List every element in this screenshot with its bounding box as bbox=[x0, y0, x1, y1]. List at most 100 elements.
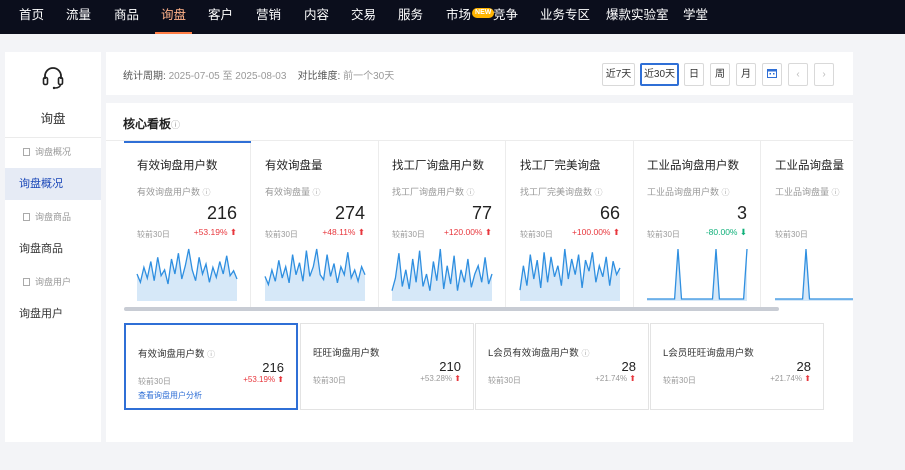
nav-market[interactable]: 市场 NEW bbox=[446, 0, 495, 34]
range-week-button[interactable]: 周 bbox=[710, 63, 730, 86]
metric-card[interactable]: L会员旺旺询盘用户数 28 较前30日 +21.74% ⬆ bbox=[650, 323, 824, 410]
range-month-button[interactable]: 月 bbox=[736, 63, 756, 86]
question-circle-icon[interactable]: ⓘ bbox=[595, 188, 603, 197]
range-30d-button[interactable]: 近30天 bbox=[640, 63, 679, 86]
next-period-button[interactable]: › bbox=[814, 63, 834, 86]
tile-title: 找工厂完美询盘 bbox=[520, 160, 601, 172]
nav-business-zone[interactable]: 业务专区 bbox=[540, 0, 590, 34]
sidebar-item-inquiry-overview-sub[interactable]: 询盘概况 bbox=[5, 136, 101, 168]
core-dashboard-panel: 核心看板ⓘ 有效询盘用户数 有效询盘用户数 ⓘ 216 较前30日 +53.19% ⬆ 有… bbox=[106, 103, 853, 442]
card-compare-label: 较前30日 bbox=[488, 376, 521, 385]
arrow-up-icon: ⬆ bbox=[629, 374, 636, 383]
tile-subtitle: 工业品询盘用户数 ⓘ bbox=[647, 185, 730, 198]
question-circle-icon[interactable]: ⓘ bbox=[832, 188, 840, 197]
card-value: 28 bbox=[621, 359, 636, 374]
calendar-button[interactable] bbox=[762, 63, 782, 86]
nav-traffic[interactable]: 流量 bbox=[66, 0, 91, 34]
tile-subtitle-text: 找工厂完美询盘数 bbox=[520, 187, 593, 197]
range-day-button[interactable]: 日 bbox=[684, 63, 704, 86]
card-title-text: L会员有效询盘用户数 bbox=[488, 348, 579, 359]
arrow-up-icon: ⬆ bbox=[804, 374, 811, 383]
metric-tile[interactable]: 找工厂询盘用户数 找工厂询盘用户数 ⓘ 77 较前30日 +120.00% ⬆ bbox=[379, 141, 506, 308]
nav-hot-lab[interactable]: 爆款实验室 bbox=[606, 0, 669, 34]
metric-tile[interactable]: 工业品询盘量 工业品询盘量 ⓘ 较前30日 bbox=[762, 141, 853, 308]
question-circle-icon[interactable]: ⓘ bbox=[313, 188, 321, 197]
sparkline-area bbox=[647, 249, 747, 301]
question-circle-icon[interactable]: ⓘ bbox=[203, 188, 211, 197]
card-title: L会员有效询盘用户数 ⓘ bbox=[488, 345, 589, 359]
tile-title: 工业品询盘量 bbox=[775, 160, 844, 172]
arrow-up-icon: ⬆ bbox=[484, 227, 492, 237]
nav-competition[interactable]: 竞争 bbox=[493, 0, 518, 34]
horizontal-scrollbar[interactable] bbox=[124, 307, 779, 311]
sidebar-item-inquiry-products[interactable]: 询盘商品 bbox=[5, 233, 101, 265]
stat-period-bar: 统计周期: 2025-07-05 至 2025-08-03 对比维度: 前一个3… bbox=[106, 52, 853, 95]
metric-card[interactable]: 旺旺询盘用户数 210 较前30日 +53.28% ⬆ bbox=[300, 323, 474, 410]
tile-title: 有效询盘量 bbox=[265, 160, 323, 172]
sidebar-item-label: 询盘用户 bbox=[35, 277, 72, 287]
arrow-up-icon: ⬆ bbox=[277, 375, 284, 384]
tile-sparkline bbox=[520, 245, 620, 301]
nav-service[interactable]: 服务 bbox=[398, 0, 423, 34]
nav-marketing[interactable]: 营销 bbox=[256, 0, 281, 34]
nav-content[interactable]: 内容 bbox=[304, 0, 329, 34]
tile-value: 216 bbox=[206, 203, 237, 223]
sidebar-item-inquiry-users[interactable]: 询盘用户 bbox=[5, 298, 101, 330]
tile-sparkline bbox=[137, 245, 237, 301]
card-change-value: +53.19% bbox=[243, 375, 276, 384]
tile-change-value: +48.11% bbox=[322, 227, 356, 237]
sidebar-item-inquiry-overview[interactable]: 询盘概况 bbox=[5, 168, 101, 200]
tile-compare-label: 较前30日 bbox=[265, 230, 298, 239]
card-value: 28 bbox=[796, 359, 811, 374]
card-value: 210 bbox=[439, 359, 461, 374]
chevron-right-icon: › bbox=[822, 69, 826, 80]
nav-academy[interactable]: 学堂 bbox=[683, 0, 708, 34]
nav-trade[interactable]: 交易 bbox=[351, 0, 376, 34]
headset-icon bbox=[42, 67, 64, 90]
tile-change-value: +120.00% bbox=[443, 227, 483, 237]
metric-tile[interactable]: 有效询盘量 有效询盘量 ⓘ 274 较前30日 +48.11% ⬆ bbox=[252, 141, 379, 308]
metric-tile[interactable]: 工业品询盘用户数 工业品询盘用户数 ⓘ 3 较前30日 -80.00% ⬇ bbox=[634, 141, 761, 308]
view-user-analysis-link[interactable]: 查看询盘用户分析 bbox=[138, 390, 202, 401]
tile-subtitle: 工业品询盘量 ⓘ bbox=[775, 185, 840, 198]
question-circle-icon[interactable]: ⓘ bbox=[171, 120, 180, 130]
nav-products[interactable]: 商品 bbox=[114, 0, 139, 34]
prev-period-button[interactable]: ‹ bbox=[788, 63, 808, 86]
tile-title: 工业品询盘用户数 bbox=[647, 160, 739, 172]
panel-title: 核心看板ⓘ bbox=[123, 115, 180, 132]
metric-card[interactable]: 有效询盘用户数 ⓘ 216 较前30日 +53.19% ⬆ 查看询盘用户分析 bbox=[124, 323, 298, 410]
tile-subtitle: 找工厂完美询盘数 ⓘ bbox=[520, 185, 603, 198]
arrow-up-icon: ⬆ bbox=[357, 227, 365, 237]
tile-change-value: -80.00% bbox=[705, 227, 738, 237]
range-7d-button[interactable]: 近7天 bbox=[602, 63, 635, 86]
new-badge: NEW bbox=[472, 8, 495, 18]
tile-sparkline bbox=[647, 245, 747, 301]
tile-sparkline bbox=[775, 245, 853, 301]
chevron-left-icon: ‹ bbox=[796, 69, 800, 80]
period-value: 2025-07-05 至 2025-08-03 bbox=[168, 71, 287, 82]
question-circle-icon[interactable]: ⓘ bbox=[467, 188, 475, 197]
document-icon bbox=[23, 213, 30, 221]
arrow-up-icon: ⬆ bbox=[454, 374, 461, 383]
question-circle-icon[interactable]: ⓘ bbox=[722, 188, 730, 197]
sidebar: 询盘 询盘概况 询盘概况 询盘商品 询盘商品 询盘用户 询盘用户 bbox=[5, 52, 101, 442]
card-compare-label: 较前30日 bbox=[313, 376, 346, 385]
nav-home[interactable]: 首页 bbox=[19, 0, 44, 34]
tile-value: 66 bbox=[599, 203, 620, 223]
tile-change: +100.00% ⬆ bbox=[572, 227, 620, 238]
metric-card[interactable]: L会员有效询盘用户数 ⓘ 28 较前30日 +21.74% ⬆ bbox=[475, 323, 649, 410]
sidebar-item-inquiry-users-sub[interactable]: 询盘用户 bbox=[5, 266, 101, 298]
sidebar-item-inquiry-products-sub[interactable]: 询盘商品 bbox=[5, 201, 101, 233]
nav-customers[interactable]: 客户 bbox=[208, 0, 233, 34]
question-circle-icon[interactable]: ⓘ bbox=[581, 349, 589, 358]
nav-inquiry[interactable]: 询盘 bbox=[154, 0, 193, 34]
metric-tile[interactable]: 找工厂完美询盘 找工厂完美询盘数 ⓘ 66 较前30日 +100.00% ⬆ bbox=[507, 141, 634, 308]
compare-label: 对比维度: bbox=[297, 71, 341, 82]
question-circle-icon[interactable]: ⓘ bbox=[207, 350, 215, 359]
tile-sparkline bbox=[392, 245, 492, 301]
sparkline-line bbox=[647, 249, 747, 299]
sidebar-header: 询盘 bbox=[5, 52, 101, 138]
tile-change: +120.00% ⬆ bbox=[444, 227, 492, 238]
metric-tile[interactable]: 有效询盘用户数 有效询盘用户数 ⓘ 216 较前30日 +53.19% ⬆ bbox=[124, 141, 251, 308]
tile-compare-label: 较前30日 bbox=[775, 230, 808, 239]
